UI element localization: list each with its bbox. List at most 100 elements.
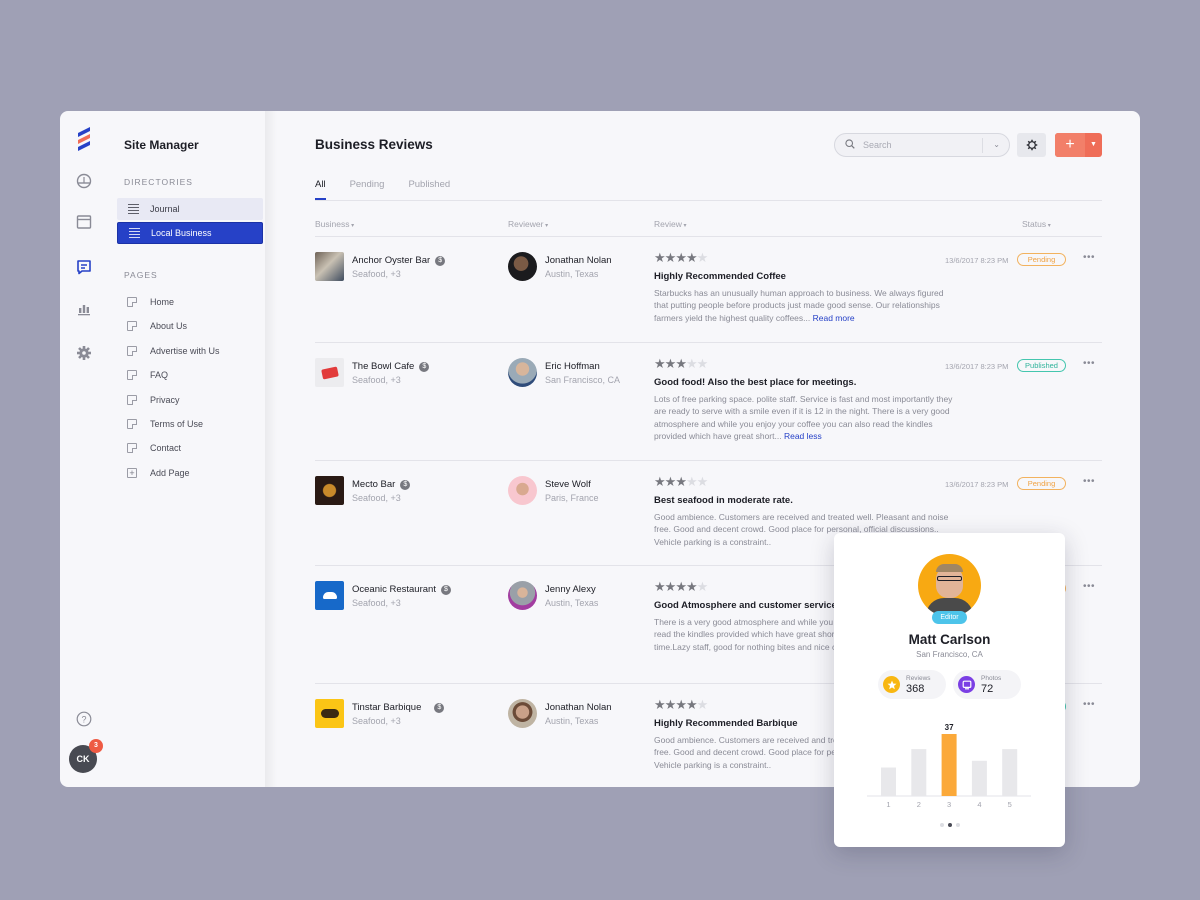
add-button[interactable]: + ▼ [1055,133,1102,157]
directories-label: DIRECTORIES [124,177,193,187]
browser-window-icon[interactable] [74,212,94,232]
tab-divider [315,200,1102,201]
business-category: Seafood, +3 [352,375,401,385]
business-name[interactable]: Mecto Bar $ [352,479,411,490]
page-icon [127,419,137,429]
pager-dot[interactable] [947,823,952,827]
column-header-status[interactable]: Status [1022,219,1051,229]
pager-dot[interactable] [939,823,944,827]
page-label: FAQ [150,370,169,380]
star-rating: ★ ★ ★ ★ ★ [654,579,708,595]
sidebar-page-faq[interactable]: FAQ [127,370,168,380]
column-header-business[interactable]: Business [315,219,354,229]
more-options-icon[interactable]: ••• [1083,358,1095,369]
star-empty-icon: ★ [696,250,709,265]
reviewer-location: Austin, Texas [545,716,599,726]
business-name[interactable]: Anchor Oyster Bar $ [352,255,446,266]
table-row[interactable]: The Bowl Cafe $ Seafood, +3 Eric Hoffman … [315,343,1102,461]
sidebar-page-terms[interactable]: Terms of Use [127,419,203,429]
sidebar-page-home[interactable]: Home [127,297,174,307]
chart-bar[interactable] [911,749,927,796]
add-page-button[interactable]: + Add Page [127,468,190,478]
read-more-link[interactable]: Read more [813,313,855,323]
settings-icon[interactable] [74,343,94,363]
chart-bar[interactable] [941,734,957,796]
tab-published[interactable]: Published [408,179,450,199]
business-name[interactable]: The Bowl Cafe $ [352,361,430,372]
review-title: Best seafood in moderate rate. [654,495,793,506]
tab-all[interactable]: All [315,179,326,200]
sidebar-page-advertise[interactable]: Advertise with Us [127,346,220,356]
plus-icon[interactable]: + [1055,133,1085,157]
analytics-icon[interactable] [74,299,94,319]
business-logo [315,476,344,505]
review-text: Starbucks has an unusually human approac… [654,288,944,323]
review-title: Highly Recommended Coffee [654,271,786,282]
dollar-icon: $ [435,255,446,266]
svg-text:?: ? [81,714,86,724]
pager-dots [834,823,1065,827]
page-icon [127,395,137,405]
app-title: Site Manager [124,138,199,152]
sidebar-page-about-us[interactable]: About Us [127,321,187,331]
chart-bar[interactable] [971,760,987,796]
more-options-icon[interactable]: ••• [1083,476,1095,487]
business-name-text: Mecto Bar [352,479,396,490]
sidebar-divider [265,111,277,787]
tab-pending[interactable]: Pending [350,179,385,199]
chevron-down-icon[interactable]: ⌄ [993,140,1000,149]
reviewer-name[interactable]: Steve Wolf [545,479,591,490]
dollar-icon: $ [440,584,451,595]
sidebar-page-contact[interactable]: Contact [127,443,181,453]
column-header-review[interactable]: Review [654,219,687,229]
table-row[interactable]: Anchor Oyster Bar $ Seafood, +3 Jonathan … [315,237,1102,343]
chart-bar[interactable] [1002,749,1018,796]
sidebar-page-privacy[interactable]: Privacy [127,395,180,405]
reviewer-avatar [508,699,537,728]
status-badge: Pending [1017,477,1066,490]
search-input[interactable]: Search ⌄ [834,133,1010,157]
review-title: Good Atmosphere and customer service [654,600,837,611]
reviews-icon[interactable] [74,257,94,277]
logo-icon[interactable] [74,127,94,151]
sidebar-item-journal[interactable]: Journal [117,198,263,220]
search-placeholder: Search [863,140,892,150]
stat-value: 368 [906,682,925,695]
chart-tick-label: 4 [977,800,981,809]
sidebar-item-label: Journal [150,204,180,214]
chevron-down-icon[interactable]: ▼ [1085,133,1102,157]
dashboard-icon[interactable] [74,171,94,191]
pages-label: PAGES [124,270,158,280]
pager-dot[interactable] [955,823,960,827]
column-header-reviewer[interactable]: Reviewer [508,219,548,229]
reviewer-name[interactable]: Jonathan Nolan [545,702,612,713]
chart-tick-label: 2 [917,800,921,809]
page-label: Contact [150,443,182,453]
star-filled-icon: ★ [685,579,698,594]
reviewer-name[interactable]: Jonathan Nolan [545,255,612,266]
settings-button[interactable] [1017,133,1046,157]
business-name-text: Tinstar Barbique [352,702,422,713]
chart-bar[interactable] [881,767,896,796]
business-logo [315,252,344,281]
business-name[interactable]: Tinstar Barbique $ [352,702,445,713]
business-name[interactable]: Oceanic Restaurant $ [352,584,451,595]
stat-label: Photos [981,674,1002,682]
read-less-link[interactable]: Read less [784,431,822,441]
profile-photo [918,554,981,617]
star-empty-icon: ★ [696,697,709,712]
more-options-icon[interactable]: ••• [1083,252,1095,263]
star-filled-icon: ★ [675,474,687,489]
star-empty-icon: ★ [696,474,709,489]
more-options-icon[interactable]: ••• [1083,581,1095,592]
stat-label: Reviews [906,674,931,682]
profile-location: San Francisco, CA [916,650,983,659]
reviewer-name[interactable]: Jenny Alexy [545,584,596,595]
reviewer-name[interactable]: Eric Hoffman [545,361,600,372]
more-options-icon[interactable]: ••• [1083,699,1095,710]
star-rating: ★ ★ ★ ★ ★ [654,697,709,713]
help-icon[interactable]: ? [74,709,94,729]
sidebar-item-local-business[interactable]: Local Business [117,222,263,244]
star-filled-icon: ★ [664,474,677,489]
reviewer-avatar [508,476,537,505]
